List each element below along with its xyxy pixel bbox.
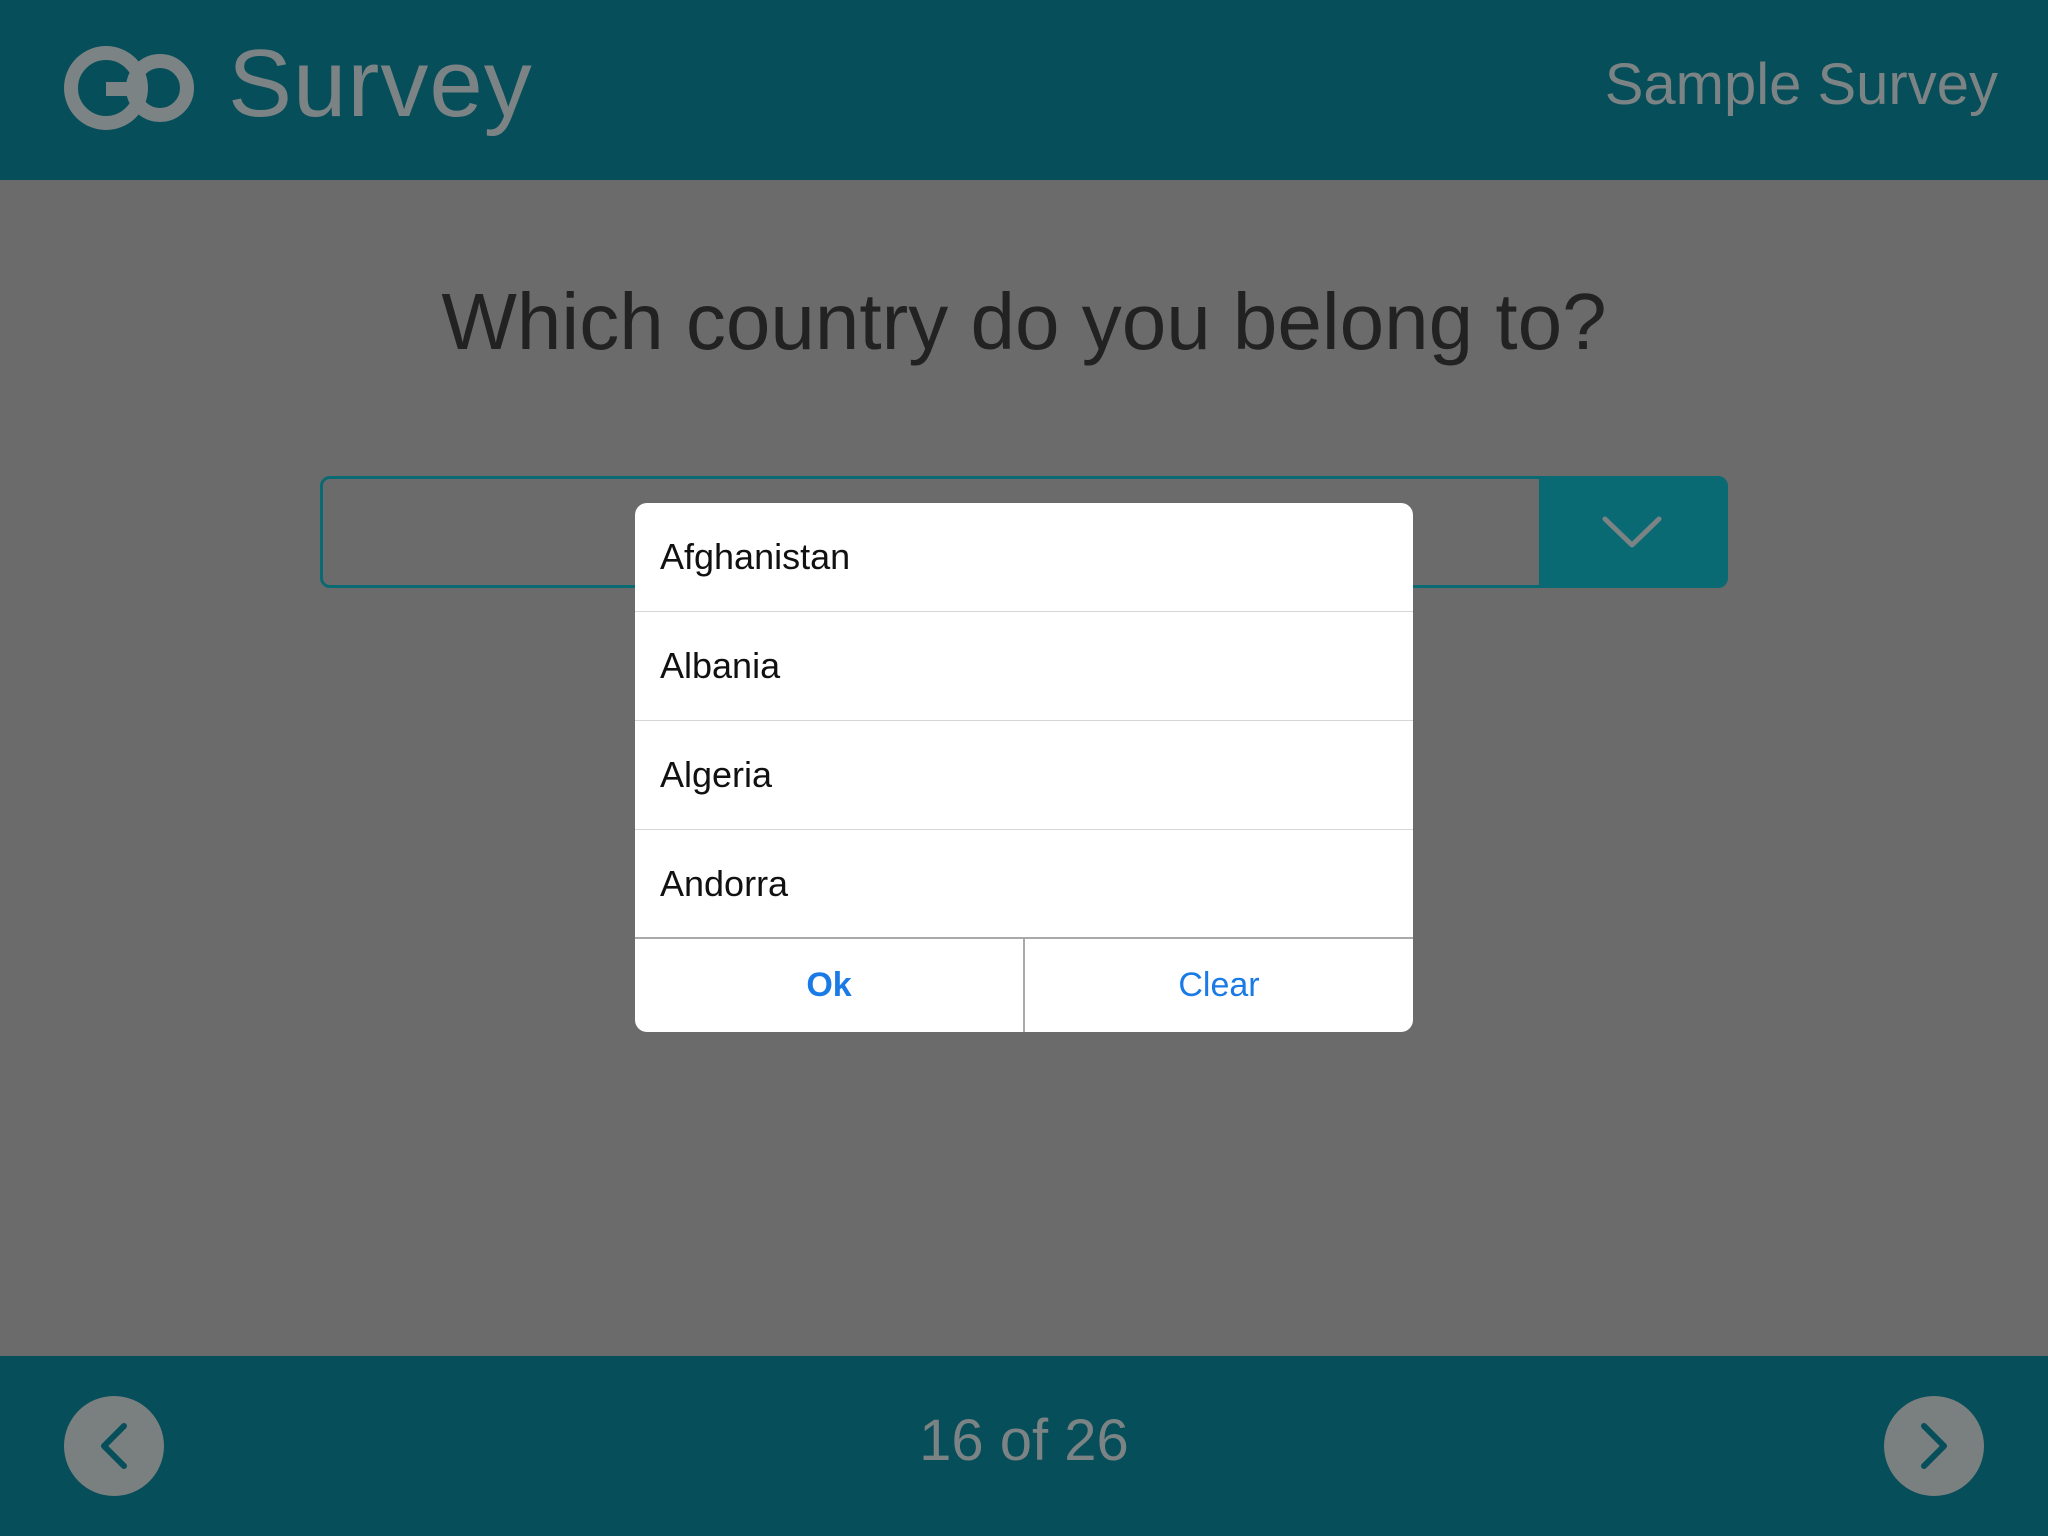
- app-footer: 16 of 26: [0, 1356, 2048, 1536]
- brand-name: Survey: [228, 30, 533, 137]
- picker-option[interactable]: Albania: [635, 612, 1413, 721]
- next-button[interactable]: [1884, 1396, 1984, 1496]
- ok-button[interactable]: Ok: [635, 939, 1025, 1032]
- dropdown-toggle-button[interactable]: [1539, 479, 1725, 585]
- picker-option[interactable]: Afghanistan: [635, 503, 1413, 612]
- picker-actions: Ok Clear: [635, 939, 1413, 1032]
- chevron-down-icon: [1602, 516, 1662, 548]
- app-header: Survey Sample Survey: [0, 0, 2048, 180]
- question-text: Which country do you belong to?: [441, 277, 1607, 366]
- chevron-right-icon: [1921, 1423, 1947, 1469]
- picker-option[interactable]: Algeria: [635, 721, 1413, 830]
- brand: Survey: [60, 28, 533, 148]
- clear-button[interactable]: Clear: [1025, 939, 1413, 1032]
- page-counter: 16 of 26: [919, 1408, 1129, 1473]
- survey-title: Sample Survey: [1604, 52, 1998, 117]
- go-logo-icon: [64, 46, 194, 130]
- country-picker-dialog: Afghanistan Albania Algeria Andorra Ok C…: [635, 503, 1413, 1032]
- picker-option[interactable]: Andorra: [635, 830, 1413, 939]
